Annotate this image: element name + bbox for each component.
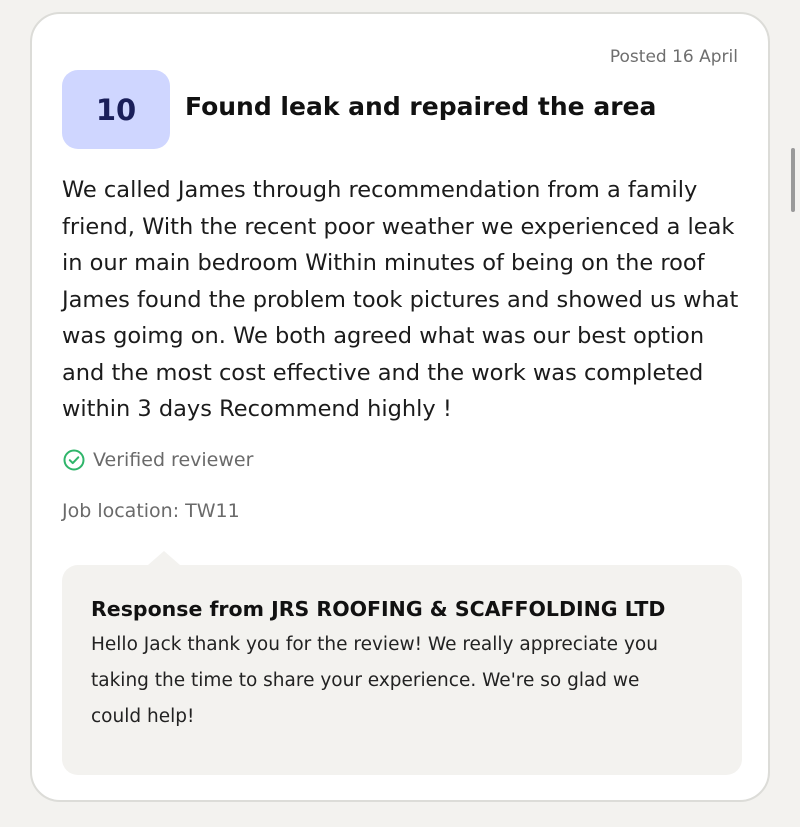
review-card: Posted 16 April 10 Found leak and repair…	[30, 12, 770, 802]
score-badge: 10	[62, 70, 170, 149]
business-response: Response from JRS ROOFING & SCAFFOLDING …	[62, 565, 742, 775]
verified-label: Verified reviewer	[93, 449, 254, 471]
check-circle-icon	[63, 449, 85, 471]
job-location: Job location: TW11	[62, 500, 240, 522]
posted-date: Posted 16 April	[609, 47, 738, 67]
score-value: 10	[95, 92, 137, 127]
verified-reviewer: Verified reviewer	[63, 449, 253, 471]
review-body: We called James through recommendation f…	[62, 177, 739, 422]
response-title: Response from JRS ROOFING & SCAFFOLDING …	[91, 597, 666, 621]
response-body: Hello Jack thank you for the review! We …	[91, 634, 658, 727]
page: Posted 16 April 10 Found leak and repair…	[0, 0, 800, 827]
review-title: Found leak and repaired the area	[185, 92, 657, 121]
scrollbar[interactable]	[791, 148, 795, 212]
